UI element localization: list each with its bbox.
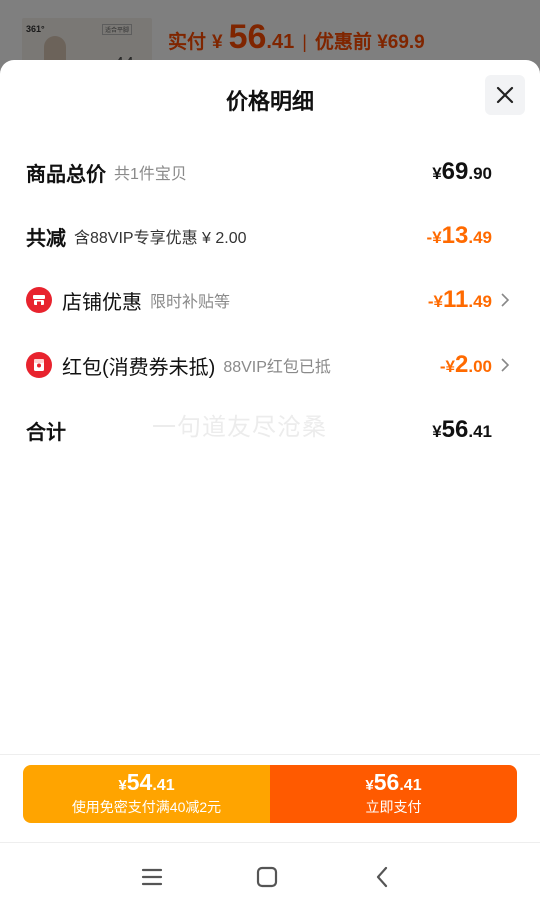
pay-price: ¥54.41: [118, 771, 174, 794]
chevron-right-icon: [501, 293, 510, 307]
pay-dec: .41: [399, 777, 422, 794]
row-amount: ¥56.41: [432, 416, 492, 444]
row-amount: ¥69.90: [432, 158, 492, 186]
pay-currency: ¥: [118, 777, 127, 794]
amount-int: 13: [441, 222, 469, 249]
menu-button[interactable]: [138, 863, 166, 891]
row-sub: 限时补贴等: [150, 294, 231, 311]
amount-int: 69: [441, 158, 469, 185]
amount-dec: .90: [468, 164, 492, 183]
amount-dec: .49: [468, 228, 492, 247]
amount-dec: .49: [468, 292, 492, 311]
menu-icon: [141, 868, 163, 886]
chevron-right-icon: [501, 358, 510, 372]
row-sub: 88VIP红包已抵: [223, 359, 331, 376]
close-button[interactable]: [485, 75, 525, 115]
row-label: 红包(消费券未抵): [62, 356, 216, 379]
pay-label: 立即支付: [365, 799, 422, 815]
pay-int: 56: [373, 769, 400, 795]
row-sub: 含88VIP专享优惠 ¥ 2.00: [74, 230, 247, 247]
sheet-title: 价格明细: [225, 89, 314, 114]
price-detail-sheet: 价格明细 商品总价 共1件宝贝 ¥69.90 共减 含88VIP专享优惠 ¥ 2…: [0, 60, 540, 910]
pay-price: ¥56.41: [365, 771, 421, 794]
watermark: 一句道友尽沧桑: [152, 414, 327, 441]
row-amount: -¥ 13.49: [427, 222, 492, 250]
row-total-discount: 共减 含88VIP专享优惠 ¥ 2.00 -¥ 13.49: [26, 216, 514, 256]
pay-label: 使用免密支付满40减2元: [71, 799, 222, 815]
amount-currency: -¥: [439, 357, 455, 376]
row-amount: -¥ 2.00: [440, 351, 492, 379]
home-icon: [256, 866, 278, 888]
row-label: 合计: [26, 421, 66, 444]
system-navigation-bar: [0, 843, 540, 910]
amount-currency: ¥: [432, 422, 442, 441]
back-button[interactable]: [369, 863, 397, 891]
pay-int: 54: [126, 769, 153, 795]
amount-currency: ¥: [432, 164, 442, 183]
red-packet-icon: [26, 352, 52, 378]
row-shop-discount[interactable]: 店铺优惠 限时补贴等 -¥ 11.49: [26, 280, 514, 320]
amount-currency: -¥: [427, 292, 443, 311]
row-goods-total: 商品总价 共1件宝贝 ¥69.90: [26, 152, 514, 192]
amount-int: 2: [455, 351, 469, 378]
close-icon: [496, 86, 514, 104]
back-icon: [376, 866, 388, 888]
pay-currency: ¥: [365, 777, 374, 794]
row-amount: -¥ 11.49: [428, 286, 492, 314]
row-label: 商品总价: [26, 163, 106, 186]
amount-dec: .41: [468, 422, 492, 441]
shop-icon: [26, 287, 52, 313]
home-button[interactable]: [253, 863, 281, 891]
pay-now-button[interactable]: ¥56.41 立即支付: [270, 765, 517, 823]
row-sub: 共1件宝贝: [114, 166, 187, 183]
passwordless-pay-button[interactable]: ¥54.41 使用免密支付满40减2元: [23, 765, 270, 823]
pay-dec: .41: [152, 777, 175, 794]
amount-int: 56: [441, 416, 469, 443]
payment-buttons: ¥54.41 使用免密支付满40减2元 ¥56.41 立即支付: [23, 765, 517, 823]
row-label: 共减: [26, 227, 66, 250]
row-label: 店铺优惠: [62, 291, 142, 314]
amount-currency: -¥: [426, 228, 442, 247]
amount-int: 11: [442, 286, 469, 313]
amount-dec: .00: [468, 357, 492, 376]
divider: [0, 754, 540, 755]
row-red-packet[interactable]: 红包(消费券未抵) 88VIP红包已抵 -¥ 2.00: [26, 345, 514, 385]
